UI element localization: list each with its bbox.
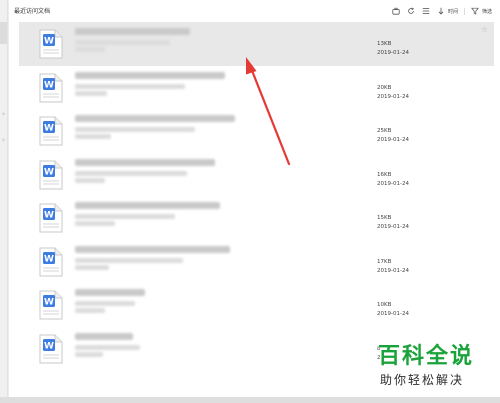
file-path-redacted xyxy=(75,301,135,306)
file-row[interactable]: W 10KB 2019-01-24 xyxy=(19,283,494,327)
sidebar-selected-item[interactable] xyxy=(0,22,7,44)
file-date: 2019-01-24 xyxy=(377,311,409,317)
file-path-redacted xyxy=(75,344,140,350)
file-date: 2019-01-24 xyxy=(377,267,409,274)
toolbar-divider xyxy=(463,7,465,15)
file-date: 2019-01-24 xyxy=(377,224,409,230)
file-name-redacted xyxy=(75,332,133,340)
file-name-redacted xyxy=(75,28,190,35)
file-path-redacted xyxy=(75,134,111,139)
word-document-icon: W xyxy=(39,290,63,320)
page-title: 最近访问文档 xyxy=(14,8,51,15)
file-path-redacted xyxy=(75,83,185,89)
svg-text:W: W xyxy=(44,298,54,308)
file-date: 2019-01-24 xyxy=(377,93,409,100)
recent-file-list: W 13KB 2019-01-24 ☆ W 20KB 2019-01-24 W xyxy=(19,22,494,370)
filter-icon xyxy=(471,7,480,16)
word-document-icon: W xyxy=(39,29,63,59)
file-path-redacted xyxy=(75,257,183,263)
sort-label: 时间 xyxy=(447,8,458,15)
file-path-redacted xyxy=(75,177,105,183)
star-icon[interactable]: ☆ xyxy=(481,25,488,34)
sidebar-pin-icon[interactable]: ✧ xyxy=(1,112,6,118)
file-path-redacted xyxy=(75,308,105,313)
watermark-title: 百科全说 xyxy=(378,344,475,369)
file-path-redacted xyxy=(75,40,170,45)
briefcase-icon[interactable] xyxy=(392,7,401,16)
svg-text:W: W xyxy=(44,254,54,264)
file-row[interactable]: W 15KB 2019-01-24 xyxy=(19,196,494,240)
svg-text:W: W xyxy=(44,124,54,134)
word-document-icon: W xyxy=(39,116,63,146)
refresh-icon[interactable] xyxy=(407,7,416,16)
sort-by-time-button[interactable]: 时间 xyxy=(437,7,458,16)
list-view-icon[interactable] xyxy=(422,7,431,16)
word-document-icon: W xyxy=(39,203,63,233)
word-document-icon: W xyxy=(39,73,63,103)
file-row[interactable]: W 17KB 2019-01-24 xyxy=(19,240,494,284)
watermark-subtitle: 助你轻松解决 xyxy=(380,373,465,387)
word-document-icon: W xyxy=(39,160,63,190)
file-date: 2019-01-24 xyxy=(377,180,409,187)
left-sidebar-strip: ✧ ✧ xyxy=(0,0,8,403)
file-path-redacted xyxy=(75,351,103,357)
file-size: 25KB xyxy=(377,128,392,134)
file-row[interactable]: W 20KB 2019-01-24 xyxy=(19,66,494,110)
word-document-icon: W xyxy=(39,247,63,277)
recent-documents-panel: 最近访问文档 时间 筛选 W 13KB 2019-01-24 ☆ W 20KB … xyxy=(9,0,500,397)
file-size: 15KB xyxy=(377,215,392,221)
file-path-redacted xyxy=(75,221,115,226)
svg-text:W: W xyxy=(44,211,54,221)
word-document-icon: W xyxy=(39,334,63,364)
sort-icon xyxy=(437,7,446,16)
watermark: 百科全说 助你轻松解决 xyxy=(378,345,490,388)
file-name-redacted xyxy=(75,71,225,79)
file-row[interactable]: W 16KB 2019-01-24 xyxy=(19,153,494,197)
filter-label: 筛选 xyxy=(481,8,492,15)
file-name-redacted xyxy=(75,289,145,296)
svg-text:W: W xyxy=(44,37,54,47)
file-date: 2019-01-24 xyxy=(377,137,409,143)
file-size: 10KB xyxy=(377,302,392,308)
file-size: 13KB xyxy=(377,41,392,47)
file-name-redacted xyxy=(75,158,215,166)
panel-header: 最近访问文档 时间 筛选 xyxy=(9,0,500,22)
file-name-redacted xyxy=(75,202,220,209)
bottom-scrollbar[interactable] xyxy=(0,397,500,403)
file-path-redacted xyxy=(75,127,195,132)
svg-text:W: W xyxy=(44,80,54,90)
file-row[interactable]: W 25KB 2019-01-24 xyxy=(19,109,494,153)
file-size: 16KB xyxy=(377,171,392,178)
file-date: 2019-01-24 xyxy=(377,50,409,56)
filter-button[interactable]: 筛选 xyxy=(471,7,492,16)
toolbar: 时间 筛选 xyxy=(392,6,492,16)
svg-text:W: W xyxy=(44,341,54,351)
svg-text:W: W xyxy=(44,167,54,177)
file-name-redacted xyxy=(75,115,235,122)
file-path-redacted xyxy=(75,47,105,52)
file-path-redacted xyxy=(75,264,109,270)
file-name-redacted xyxy=(75,245,230,253)
file-row[interactable]: W 13KB 2019-01-24 ☆ xyxy=(19,22,494,66)
file-path-redacted xyxy=(75,214,175,219)
file-path-redacted xyxy=(75,90,107,96)
sidebar-pin-icon[interactable]: ✧ xyxy=(1,138,6,144)
file-path-redacted xyxy=(75,170,187,176)
file-size: 17KB xyxy=(377,258,392,265)
file-size: 20KB xyxy=(377,84,392,91)
